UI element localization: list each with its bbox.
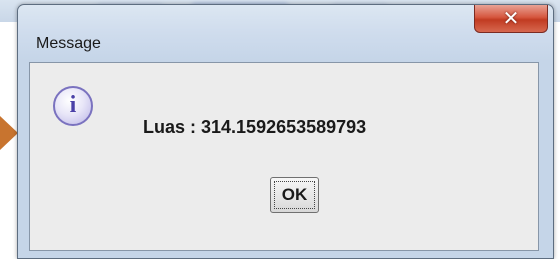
ok-button[interactable]: OK bbox=[270, 177, 319, 213]
dialog-content: i Luas : 314.1592653589793 OK bbox=[29, 62, 539, 251]
info-icon: i bbox=[53, 86, 93, 126]
message-dialog: Message ✕ i Luas : 314.1592653589793 OK bbox=[17, 4, 554, 259]
pointer-arrow bbox=[0, 116, 18, 150]
window-title: Message bbox=[36, 35, 101, 52]
close-icon: ✕ bbox=[502, 6, 520, 30]
ok-button-label: OK bbox=[281, 185, 308, 204]
info-icon-glyph: i bbox=[69, 92, 77, 118]
title-bar[interactable]: Message ✕ bbox=[18, 5, 553, 59]
screen: Message ✕ i Luas : 314.1592653589793 OK bbox=[0, 0, 560, 259]
message-text: Luas : 314.1592653589793 bbox=[143, 117, 367, 137]
close-button[interactable]: ✕ bbox=[474, 5, 548, 33]
